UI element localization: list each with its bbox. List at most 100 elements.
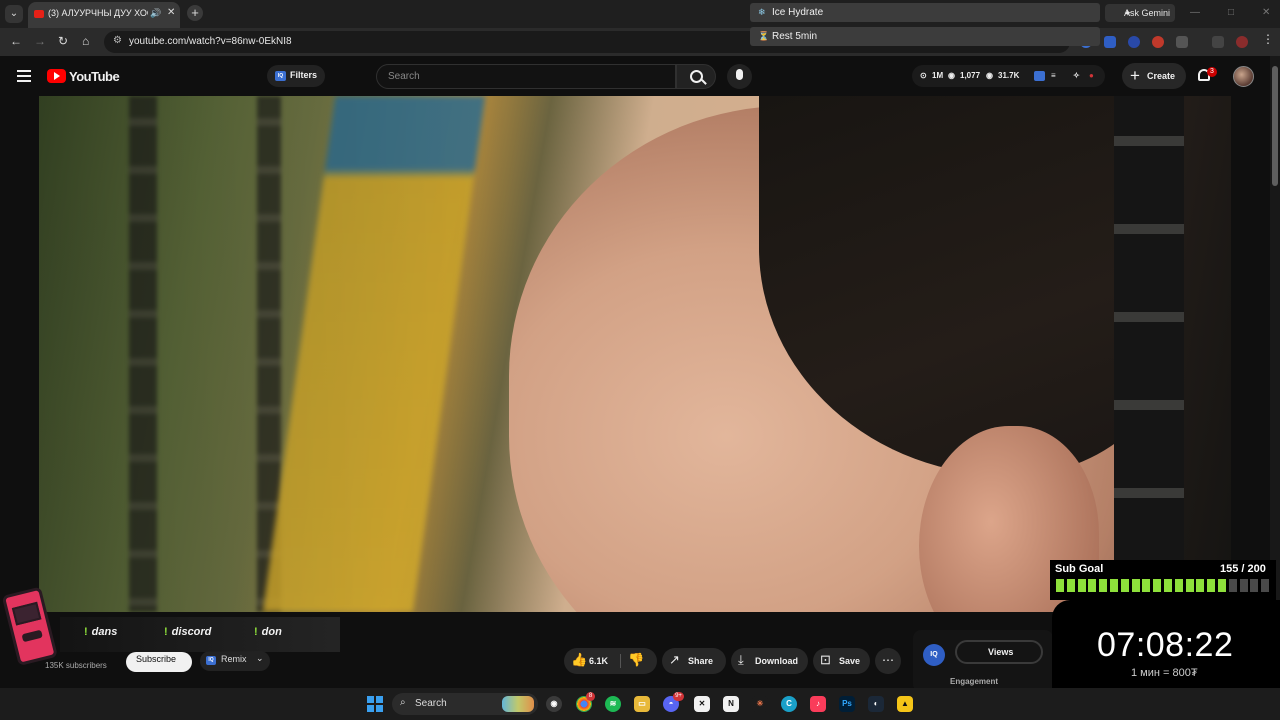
windows-start-icon[interactable]: [367, 696, 383, 712]
sub-goal-widget: Sub Goal 155 / 200: [1050, 560, 1276, 600]
new-tab-button[interactable]: +: [187, 5, 203, 21]
subs-stat: 1M: [932, 71, 944, 80]
extension-icon[interactable]: [1128, 36, 1140, 48]
video-frame-shade: [39, 96, 1231, 612]
youtube-favicon-icon: [34, 10, 44, 18]
views-stat: 1,077: [960, 71, 981, 80]
progress-segment: [1099, 579, 1108, 592]
engagement-heading: Engagement: [950, 677, 999, 686]
thumbs-up-icon[interactable]: 👍: [571, 652, 587, 668]
reminder-popup-hydrate: ❄ Ice Hydrate: [750, 3, 1100, 22]
maximize-icon[interactable]: □: [1228, 7, 1234, 18]
scrollbar-thumb[interactable]: [1272, 66, 1278, 186]
progress-segment: [1131, 579, 1140, 592]
remix-label: Remix: [221, 654, 247, 664]
taskbar-search-input[interactable]: ⌕ Search: [392, 693, 538, 715]
steam-icon[interactable]: ◐: [868, 696, 884, 712]
iq-icon: IQ: [275, 71, 286, 81]
remix-button[interactable]: IQ Remix ⌄: [200, 651, 270, 671]
site-info-icon[interactable]: ⚙: [113, 35, 122, 46]
reminder-popup-rest: ⏳ Rest 5min: [750, 27, 1100, 46]
reading-list-icon[interactable]: [1212, 36, 1224, 48]
microphone-icon[interactable]: [727, 64, 752, 89]
hourglass-icon: ⏳: [758, 31, 770, 41]
progress-segment: [1239, 579, 1248, 592]
timer-value: 07:08:22: [1097, 626, 1234, 664]
video-player[interactable]: [39, 96, 1231, 612]
create-label: Create: [1147, 71, 1176, 81]
obs-icon[interactable]: ◉: [546, 696, 562, 712]
tab-search-button[interactable]: ⌄: [5, 5, 23, 23]
create-button[interactable]: + Create: [1122, 63, 1186, 89]
notion-icon[interactable]: N: [723, 696, 739, 712]
progress-segment: [1110, 579, 1118, 592]
bell-alert-icon[interactable]: ●: [1089, 71, 1094, 80]
share-button[interactable]: ↗ Share: [662, 648, 726, 674]
more-actions-button[interactable]: ⋯: [875, 648, 901, 674]
like-count[interactable]: 6.1K: [589, 656, 608, 666]
windows-taskbar: ⌕ Search ◉ 8 ≋ ▭ ◓ 9+ ✕ N ✳ C ♪ Ps ◐ ▲: [0, 688, 1280, 720]
progress-segment: [1228, 579, 1237, 592]
save-button[interactable]: ⊡ Save: [813, 648, 870, 674]
speaker-icon[interactable]: 🔊: [150, 8, 161, 19]
reload-icon[interactable]: ↻: [58, 34, 68, 48]
capcut-icon[interactable]: ✕: [694, 696, 710, 712]
analytics-panel: IQ Views Engagement: [913, 630, 1053, 692]
menu-icon[interactable]: [17, 70, 31, 82]
chat-commands-bar: ! dans ! discord ! don: [60, 617, 340, 652]
command-item: ! don: [254, 626, 282, 638]
views-tab-label: Views: [988, 647, 1014, 657]
taskbar-search-label: Search: [415, 698, 447, 709]
copilot-icon[interactable]: C: [781, 696, 797, 712]
thumbs-down-icon[interactable]: 👎: [628, 652, 644, 668]
download-icon: ⤓: [738, 652, 744, 667]
eye-icon: ◉: [948, 71, 955, 80]
youtube-header: YouTube IQ Filters Search ⊙ 1M ◉ 1,077 ◉…: [0, 56, 1270, 96]
back-arrow-icon[interactable]: ←: [10, 34, 22, 48]
claude-icon[interactable]: ✳: [752, 696, 768, 712]
discord-badge: 9+: [673, 692, 684, 701]
list-icon[interactable]: ≡: [1051, 71, 1056, 80]
avatar[interactable]: [1233, 66, 1254, 87]
search-button[interactable]: [676, 64, 716, 89]
timer-rate: 1 мин = 800₮: [1131, 667, 1198, 679]
extension-iq-icon[interactable]: [1104, 36, 1116, 48]
browser-tab-active[interactable]: (3) АЛУУРЧНЫ ДУУ ХООЛОЙ 🔊 ✕: [28, 2, 180, 28]
clock-icon: ⊙: [920, 71, 927, 80]
minimize-icon[interactable]: —: [1190, 7, 1200, 18]
tab-views[interactable]: Views: [955, 640, 1043, 664]
chrome-badge: 8: [586, 692, 595, 701]
likes-stat: 31.7K: [998, 71, 1020, 80]
sparkle-icon[interactable]: ✧: [1073, 71, 1080, 80]
youtube-logo-icon[interactable]: [47, 69, 66, 83]
apple-music-icon[interactable]: ♪: [810, 696, 826, 712]
youtube-logo-text[interactable]: YouTube: [69, 69, 120, 84]
ask-gemini-button[interactable]: ✦ Ask Gemini: [1105, 4, 1175, 22]
download-button[interactable]: ⤓ Download: [731, 648, 808, 674]
notification-count-badge: 3: [1207, 67, 1217, 77]
forward-arrow-icon[interactable]: →: [34, 34, 46, 48]
window-close-icon[interactable]: ✕: [1262, 7, 1270, 18]
share-label: Share: [688, 656, 714, 666]
filters-label: Filters: [290, 70, 318, 80]
filters-button[interactable]: IQ Filters: [267, 65, 325, 87]
subscribe-button[interactable]: Subscribe: [126, 652, 192, 672]
ask-gemini-label: Ask Gemini: [1124, 8, 1171, 18]
spotify-icon[interactable]: ≋: [605, 696, 621, 712]
file-explorer-icon[interactable]: ▭: [634, 696, 650, 712]
extension-icon[interactable]: [1152, 36, 1164, 48]
progress-segment: [1207, 579, 1216, 592]
iq-icon[interactable]: IQ: [923, 644, 945, 666]
close-icon[interactable]: ✕: [167, 7, 175, 18]
iq-icon[interactable]: [1034, 71, 1045, 81]
share-icon: ↗: [669, 652, 680, 667]
progress-segment: [1077, 579, 1086, 592]
home-icon[interactable]: ⌂: [82, 34, 89, 48]
profile-icon[interactable]: [1236, 36, 1248, 48]
browser-menu-icon[interactable]: ⋮: [1262, 32, 1274, 46]
puzzle-icon[interactable]: [1176, 36, 1188, 48]
search-input[interactable]: Search: [376, 64, 676, 89]
photoshop-icon[interactable]: Ps: [839, 696, 855, 712]
progress-segment: [1174, 579, 1183, 592]
app-icon[interactable]: ▲: [897, 696, 913, 712]
